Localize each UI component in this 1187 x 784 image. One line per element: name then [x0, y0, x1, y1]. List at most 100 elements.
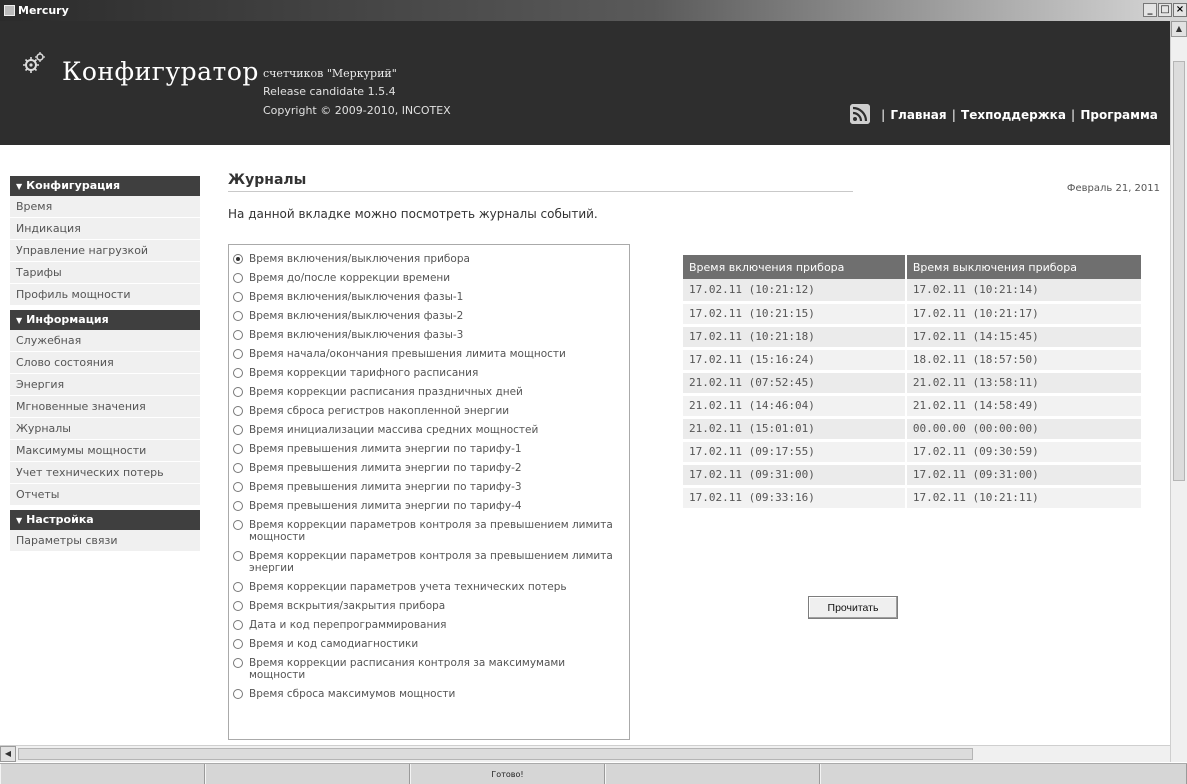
nav-link-home[interactable]: Главная [890, 108, 946, 122]
on-time-cell: 17.02.11 (15:16:24) [683, 348, 907, 373]
sidebar-item-connection-settings[interactable]: Параметры связи [10, 530, 200, 552]
app-subtitle: счетчиков "Меркурий" [263, 67, 397, 80]
radio-button[interactable] [233, 582, 243, 592]
sidebar-item-power-maximums[interactable]: Максимумы мощности [10, 440, 200, 462]
radio-button[interactable] [233, 689, 243, 699]
sidebar-item-energy[interactable]: Энергия [10, 374, 200, 396]
sidebar-item-service[interactable]: Служебная [10, 330, 200, 352]
sidebar-item-journals[interactable]: Журналы [10, 418, 200, 440]
journal-option[interactable]: Время коррекции параметров контроля за п… [233, 550, 629, 574]
table-row: 17.02.11 (10:21:12) 17.02.11 (10:21:14) [683, 279, 1144, 304]
nav-link-program[interactable]: Программа [1080, 108, 1158, 122]
journal-option[interactable]: Время и код самодиагностики [233, 638, 629, 650]
radio-button[interactable] [233, 406, 243, 416]
radio-button[interactable] [233, 425, 243, 435]
column-header-off-time: Время выключения прибора [905, 255, 1144, 279]
sidebar-section-configuration[interactable]: ▼ Конфигурация [10, 176, 200, 196]
read-button[interactable]: Прочитать [808, 596, 898, 619]
radio-button[interactable] [233, 387, 243, 397]
journal-option-label: Время начала/окончания превышения лимита… [249, 348, 566, 360]
sidebar-item-tariffs[interactable]: Тарифы [10, 262, 200, 284]
radio-button[interactable] [233, 311, 243, 321]
journal-option[interactable]: Время вскрытия/закрытия прибора [233, 600, 629, 612]
journal-option-label: Время сброса максимумов мощности [249, 688, 456, 700]
sidebar-item-instant-values[interactable]: Мгновенные значения [10, 396, 200, 418]
radio-button[interactable] [233, 482, 243, 492]
scroll-left-icon[interactable]: ◀ [0, 746, 16, 762]
journal-option-label: Дата и код перепрограммирования [249, 619, 447, 631]
status-panel-2 [205, 764, 410, 784]
sidebar-item-status-word[interactable]: Слово состояния [10, 352, 200, 374]
sidebar-item-power-profile[interactable]: Профиль мощности [10, 284, 200, 306]
sidebar-item-time[interactable]: Время [10, 196, 200, 218]
journal-option[interactable]: Время включения/выключения фазы-3 [233, 329, 629, 341]
vertical-scroll-thumb[interactable] [1173, 61, 1185, 481]
horizontal-scroll-thumb[interactable] [18, 748, 973, 760]
minimize-button[interactable]: _ [1143, 3, 1157, 17]
journal-option-label: Время коррекции тарифного расписания [249, 367, 479, 379]
journal-option[interactable]: Время включения/выключения прибора [233, 253, 629, 265]
radio-button[interactable] [233, 292, 243, 302]
radio-button[interactable] [233, 349, 243, 359]
sidebar-item-technical-losses[interactable]: Учет технических потерь [10, 462, 200, 484]
radio-button[interactable] [233, 254, 243, 264]
radio-button[interactable] [233, 601, 243, 611]
journal-option[interactable]: Время до/после коррекции времени [233, 272, 629, 284]
radio-button[interactable] [233, 639, 243, 649]
journal-option[interactable]: Время коррекции параметров контроля за п… [233, 519, 629, 543]
radio-button[interactable] [233, 658, 243, 668]
journal-option[interactable]: Время включения/выключения фазы-1 [233, 291, 629, 303]
journal-option[interactable]: Время превышения лимита энергии по тариф… [233, 500, 629, 512]
journal-option[interactable]: Время коррекции параметров учета техниче… [233, 581, 629, 593]
journal-option[interactable]: Время включения/выключения фазы-2 [233, 310, 629, 322]
scroll-up-icon[interactable]: ▲ [1171, 21, 1187, 37]
journal-option[interactable]: Время инициализации массива средних мощн… [233, 424, 629, 436]
journal-radio-list: Время включения/выключения прибора Время … [228, 244, 630, 740]
horizontal-scrollbar[interactable]: ◀ [0, 745, 1170, 762]
on-time-cell: 17.02.11 (09:31:00) [683, 463, 907, 488]
on-time-cell: 17.02.11 (09:17:55) [683, 440, 907, 465]
journal-option[interactable]: Время превышения лимита энергии по тариф… [233, 481, 629, 493]
status-panel-3: Готово! [410, 764, 605, 784]
vertical-scrollbar[interactable]: ▲ [1170, 21, 1187, 762]
status-panel-4 [605, 764, 820, 784]
radio-button[interactable] [233, 501, 243, 511]
sidebar-item-indication[interactable]: Индикация [10, 218, 200, 240]
radio-button[interactable] [233, 463, 243, 473]
sidebar-item-load-control[interactable]: Управление нагрузкой [10, 240, 200, 262]
journal-option-label: Время сброса регистров накопленной энерг… [249, 405, 510, 417]
window-titlebar[interactable]: Mercury _ □ × [0, 0, 1187, 21]
title-divider [228, 191, 853, 192]
radio-button[interactable] [233, 620, 243, 630]
journal-option[interactable]: Время сброса регистров накопленной энерг… [233, 405, 629, 417]
journal-option[interactable]: Время коррекции расписания контроля за м… [233, 657, 629, 681]
journal-option[interactable]: Время сброса максимумов мощности [233, 688, 629, 700]
journal-option[interactable]: Время начала/окончания превышения лимита… [233, 348, 629, 360]
nav-link-support[interactable]: Техподдержка [961, 108, 1066, 122]
journal-option[interactable]: Время коррекции расписания праздничных д… [233, 386, 629, 398]
radio-button[interactable] [233, 368, 243, 378]
radio-button[interactable] [233, 273, 243, 283]
journal-option[interactable]: Время коррекции тарифного расписания [233, 367, 629, 379]
table-row: 17.02.11 (09:33:16) 17.02.11 (10:21:11) [683, 486, 1144, 511]
maximize-button[interactable]: □ [1158, 3, 1172, 17]
sidebar-section-settings[interactable]: ▼ Настройка [10, 510, 200, 530]
journal-option[interactable]: Время превышения лимита энергии по тариф… [233, 443, 629, 455]
journal-option-label: Время включения/выключения прибора [249, 253, 470, 265]
radio-button[interactable] [233, 520, 243, 530]
journal-option-label: Время коррекции параметров контроля за п… [249, 550, 613, 574]
journal-option-label: Время превышения лимита энергии по тариф… [249, 500, 522, 512]
radio-button[interactable] [233, 551, 243, 561]
sidebar: ▼ Конфигурация Время Индикация Управление… [10, 172, 200, 552]
close-button[interactable]: × [1173, 3, 1187, 17]
off-time-cell: 17.02.11 (09:30:59) [905, 440, 1144, 465]
off-time-cell: 17.02.11 (14:15:45) [905, 325, 1144, 350]
radio-button[interactable] [233, 444, 243, 454]
sidebar-section-information[interactable]: ▼ Информация [10, 310, 200, 330]
radio-button[interactable] [233, 330, 243, 340]
triangle-down-icon: ▼ [16, 316, 23, 325]
journal-option[interactable]: Время превышения лимита энергии по тариф… [233, 462, 629, 474]
journal-option[interactable]: Дата и код перепрограммирования [233, 619, 629, 631]
rss-icon[interactable] [850, 104, 870, 124]
sidebar-item-reports[interactable]: Отчеты [10, 484, 200, 506]
